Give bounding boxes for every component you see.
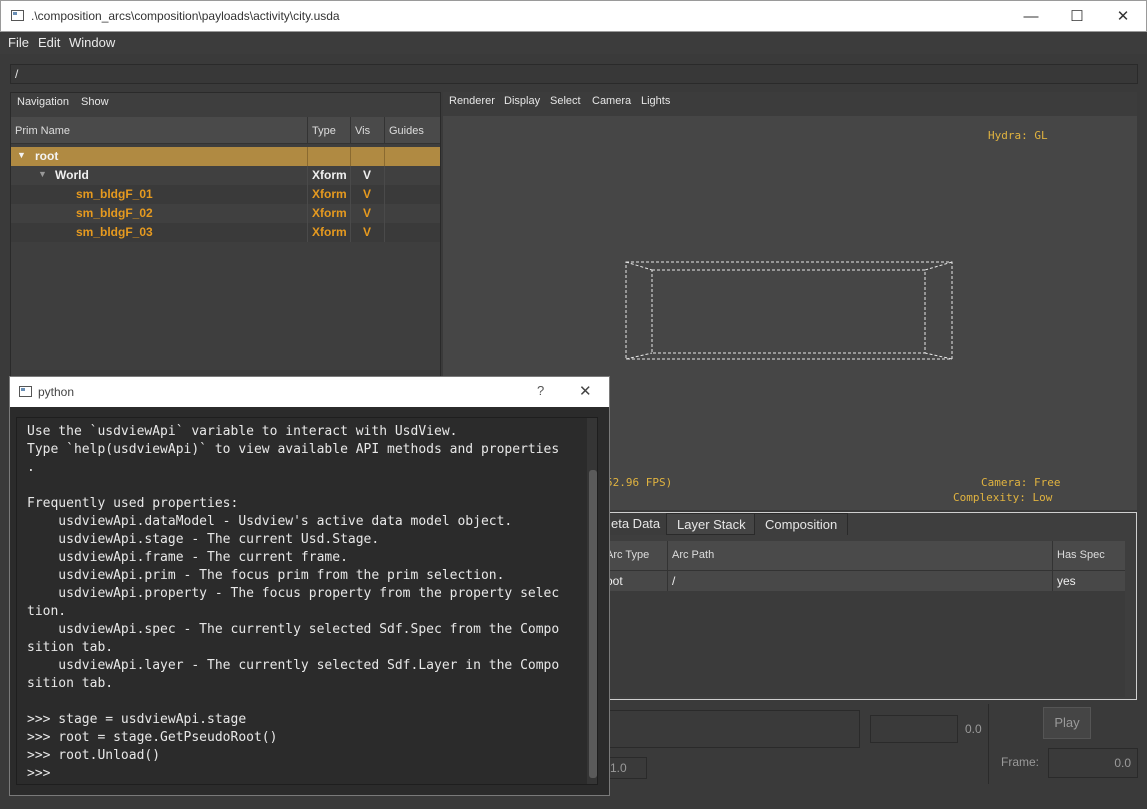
frame-field[interactable]: 0.0: [1048, 748, 1138, 778]
menu-file[interactable]: File: [8, 35, 29, 50]
column-arc-path[interactable]: Arc Path: [672, 549, 714, 561]
column-has-spec[interactable]: Has Spec: [1057, 549, 1105, 561]
maximize-button[interactable]: ☐: [1054, 1, 1100, 32]
column-prim-name[interactable]: Prim Name: [15, 125, 70, 137]
prim-vis[interactable]: V: [363, 206, 371, 220]
tree-row-sm-bldgf-01[interactable]: sm_bldgF_01 Xform V: [11, 185, 440, 204]
prim-path-field[interactable]: /: [10, 64, 1138, 84]
hud-fps: 52.96 FPS): [606, 476, 673, 489]
prim-vis[interactable]: V: [363, 168, 371, 182]
tree-row-sm-bldgf-03[interactable]: sm_bldgF_03 Xform V: [11, 223, 440, 242]
prim-name: root: [35, 149, 59, 163]
title-bar: .\composition_arcs\composition\payloads\…: [0, 0, 1147, 32]
range-min-value: 0.0: [965, 722, 982, 736]
display-menu[interactable]: Display: [504, 95, 540, 107]
help-button[interactable]: ?: [537, 383, 544, 398]
prim-path-text: /: [15, 67, 19, 81]
tab-layer-stack[interactable]: Layer Stack: [666, 513, 757, 535]
minimize-button[interactable]: —: [1008, 1, 1054, 32]
prim-vis[interactable]: V: [363, 187, 371, 201]
python-close-button[interactable]: ✕: [579, 382, 592, 400]
navigation-menu[interactable]: Navigation: [17, 96, 69, 108]
hud-camera: Camera: Free: [981, 476, 1061, 489]
show-menu[interactable]: Show: [81, 96, 109, 108]
console-output: Use the `usdviewApi` variable to interac…: [27, 424, 560, 781]
camera-menu[interactable]: Camera: [592, 95, 631, 107]
prim-name: sm_bldgF_03: [76, 225, 153, 239]
python-icon: [19, 386, 32, 397]
python-console[interactable]: Use the `usdviewApi` variable to interac…: [16, 417, 598, 785]
prim-name: sm_bldgF_01: [76, 187, 153, 201]
menu-bar: File Edit Window: [0, 32, 1147, 54]
python-dialog-title: python: [38, 385, 75, 399]
prim-tree-header: Prim Name Type Vis Guides: [11, 117, 440, 144]
navigation-toolbar: Navigation Show: [11, 93, 440, 115]
column-guides[interactable]: Guides: [389, 125, 424, 137]
divider: [988, 704, 989, 784]
arc-path-cell: /: [672, 574, 676, 588]
expand-arrow-icon[interactable]: ▼: [38, 169, 47, 179]
bounding-box-wireframe: [625, 261, 953, 360]
time-slider[interactable]: [605, 710, 860, 748]
prim-name: sm_bldgF_02: [76, 206, 153, 220]
select-menu[interactable]: Select: [550, 95, 581, 107]
column-type[interactable]: Type: [312, 125, 336, 137]
frame-label: Frame:: [1001, 755, 1040, 769]
menu-window[interactable]: Window: [69, 35, 115, 50]
python-dialog: python ? ✕ Use the `usdviewApi` variable…: [9, 376, 610, 796]
prim-vis[interactable]: V: [363, 225, 371, 239]
range-end-field[interactable]: [870, 715, 958, 743]
tree-row-root[interactable]: ▼ root: [11, 147, 440, 166]
hud-complexity: Complexity: Low: [953, 491, 1053, 504]
inspector-panel: eta Data Layer Stack Composition Arc Typ…: [600, 512, 1137, 700]
console-scrollbar[interactable]: [587, 418, 597, 784]
prim-name: World: [55, 168, 89, 182]
renderer-menu[interactable]: Renderer: [449, 95, 495, 107]
column-vis[interactable]: Vis: [355, 125, 370, 137]
hud-renderer: Hydra: GL: [988, 129, 1048, 142]
frame-value: 0.0: [1114, 756, 1131, 770]
tree-row-world[interactable]: ▼ World Xform V: [11, 166, 440, 185]
column-arc-type[interactable]: Arc Type: [606, 549, 649, 561]
has-spec-cell: yes: [1057, 574, 1076, 588]
menu-edit[interactable]: Edit: [38, 35, 60, 50]
app-icon: [11, 10, 24, 21]
table-row[interactable]: oot / yes: [601, 571, 1125, 591]
close-button[interactable]: ✕: [1100, 1, 1146, 32]
viewport-toolbar: Renderer Display Select Camera Lights: [443, 92, 1137, 116]
window-title: .\composition_arcs\composition\payloads\…: [31, 9, 340, 23]
tab-composition[interactable]: Composition: [754, 513, 849, 535]
composition-table: Arc Type Arc Path Has Spec oot / yes: [601, 541, 1125, 697]
scrollbar-thumb[interactable]: [589, 470, 597, 778]
python-dialog-titlebar[interactable]: python ? ✕: [10, 377, 609, 407]
lights-menu[interactable]: Lights: [641, 95, 670, 107]
step-field[interactable]: 1.0: [605, 757, 647, 779]
step-value: 1.0: [610, 761, 627, 775]
expand-arrow-icon[interactable]: ▼: [17, 150, 26, 160]
play-button[interactable]: Play: [1043, 707, 1091, 739]
prim-type: Xform: [312, 225, 347, 239]
tree-row-sm-bldgf-02[interactable]: sm_bldgF_02 Xform V: [11, 204, 440, 223]
prim-type: Xform: [312, 187, 347, 201]
prim-type: Xform: [312, 206, 347, 220]
composition-table-header: Arc Type Arc Path Has Spec: [601, 541, 1125, 571]
tab-meta-data[interactable]: eta Data: [601, 513, 671, 535]
prim-type: Xform: [312, 168, 347, 182]
